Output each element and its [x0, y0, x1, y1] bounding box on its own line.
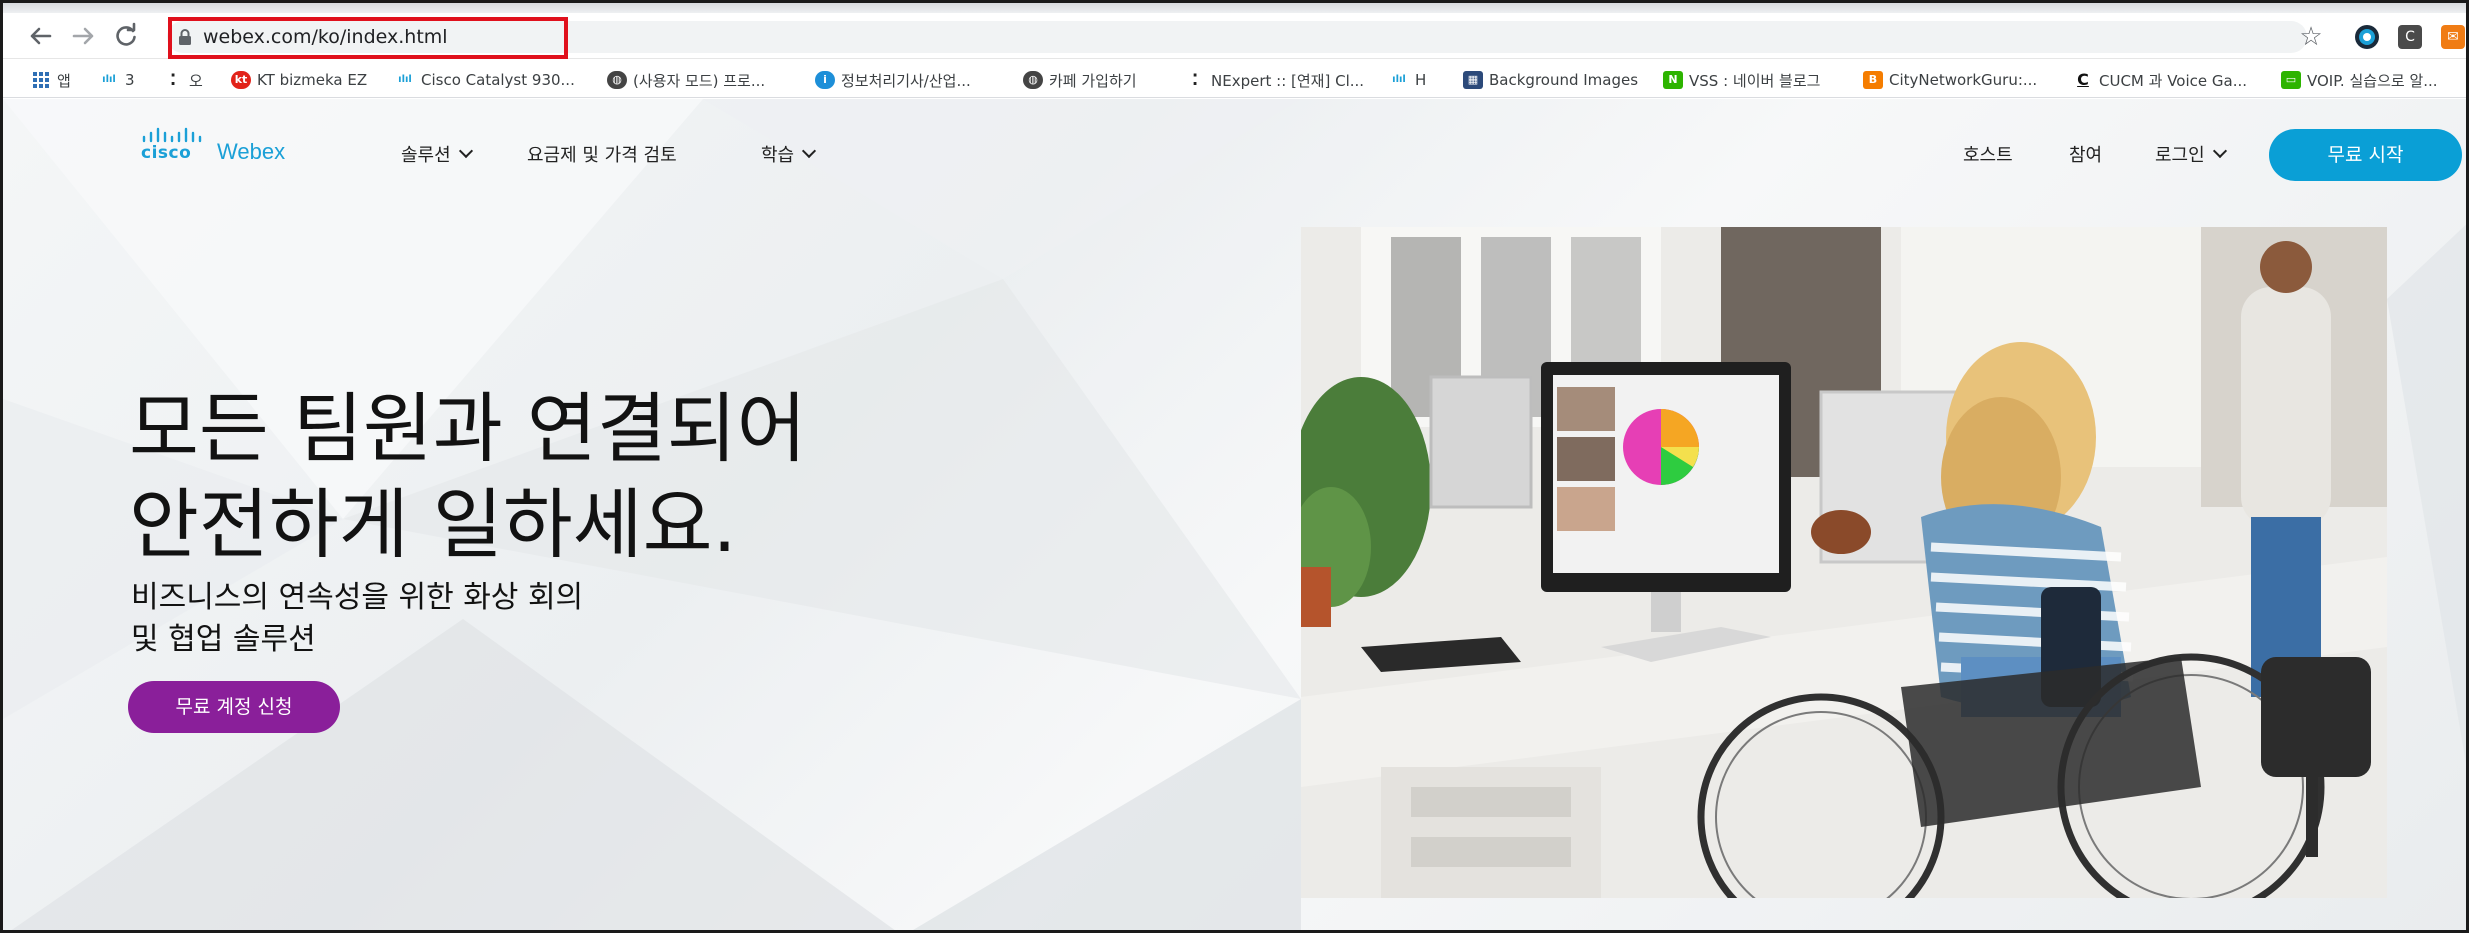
bookmark-info[interactable]: i 정보처리기사/산업... — [815, 68, 971, 92]
nav-login-label: 로그인 — [2155, 145, 2205, 166]
nav-solutions[interactable]: 솔루션 — [401, 141, 473, 167]
c-icon: C — [2077, 70, 2089, 89]
nav-learn[interactable]: 학습 — [761, 141, 817, 167]
bookmark-background-images[interactable]: ▦ Background Images — [1463, 68, 1638, 92]
dots-icon: ⁚ — [169, 70, 177, 89]
hero-photo — [1301, 227, 2387, 898]
nav-pricing-label: 요금제 및 가격 검토 — [527, 145, 677, 166]
bookmark-label: CityNetworkGuru:... — [1889, 71, 2038, 89]
hero-subtitle-line2: 및 협업 솔루션 — [131, 622, 316, 657]
globe-icon: ◍ — [607, 71, 627, 89]
bookmark-label: 앱 — [57, 71, 71, 90]
hero-subtitle: 비즈니스의 연속성을 위한 화상 회의 및 협업 솔루션 — [131, 577, 583, 661]
nav-host-label: 호스트 — [1963, 145, 2013, 166]
naver-icon: N — [1663, 71, 1683, 89]
hero-title-line2: 안전하게 일하세요. — [129, 480, 737, 569]
office-scene-image — [1301, 227, 2387, 898]
bookmark-label: 카페 가입하기 — [1049, 71, 1137, 90]
cisco-icon: ılıl — [398, 74, 412, 85]
cisco-icon: ılıl — [1392, 74, 1406, 85]
bookmark-label: VSS : 네이버 블로그 — [1689, 71, 1821, 90]
blogger-icon: B — [1863, 71, 1883, 89]
cisco-webex-logo[interactable]: cisco Webex — [141, 127, 291, 171]
image-icon: ▦ — [1463, 71, 1483, 89]
back-icon[interactable] — [25, 21, 55, 51]
bookmark-cisco-catalyst[interactable]: ılıl Cisco Catalyst 930... — [395, 68, 575, 92]
bookmark-label: (사용자 모드) 프로... — [633, 71, 766, 90]
bookmark-label: 3 — [125, 71, 135, 89]
free-signup-button[interactable]: 무료 계정 신청 — [128, 681, 340, 733]
bookmark-vss[interactable]: N VSS : 네이버 블로그 — [1663, 68, 1820, 92]
globe-icon: ◍ — [1023, 71, 1043, 89]
chevron-down-icon — [2212, 143, 2227, 159]
extension-c-icon[interactable]: C — [2398, 25, 2422, 49]
cisco-wordmark: cisco — [141, 143, 192, 163]
webex-landing-page: cisco Webex 솔루션 요금제 및 가격 검토 학습 호스트 참여 로그… — [3, 99, 2466, 930]
nav-join-label: 참여 — [2069, 145, 2103, 166]
bookmark-kt[interactable]: kt KT bizmeka EZ — [231, 68, 367, 92]
bookmark-label: Cisco Catalyst 930... — [421, 71, 575, 89]
bookmark-label: KT bizmeka EZ — [257, 71, 368, 89]
chevron-down-icon — [458, 143, 473, 159]
hero-title-line1: 모든 팀원과 연결되어 — [129, 384, 807, 473]
hero-subtitle-line1: 비즈니스의 연속성을 위한 화상 회의 — [131, 580, 584, 615]
nav-join[interactable]: 참여 — [2069, 141, 2102, 167]
bookmark-apps[interactable]: 앱 — [31, 68, 71, 92]
reload-icon[interactable] — [111, 21, 141, 51]
nav-login[interactable]: 로그인 — [2155, 141, 2227, 167]
apps-icon — [31, 71, 51, 89]
bookmark-label: VOIP. 실습으로 알... — [2307, 71, 2438, 90]
bookmark-label: NExpert :: [연재] Cl... — [1211, 71, 1365, 90]
bookmark-citynetworkguru[interactable]: B CityNetworkGuru:... — [1863, 68, 2037, 92]
forward-icon[interactable] — [69, 21, 99, 51]
nav-learn-label: 학습 — [761, 145, 795, 166]
bookmarks-bar: 앱 ılıl 3 ⁚ 오 kt KT bizmeka EZ ılıl Cisco… — [3, 60, 2466, 98]
cisco-bars-icon — [142, 127, 202, 143]
nav-pricing[interactable]: 요금제 및 가격 검토 — [527, 141, 677, 167]
bookmark-cucm[interactable]: C CUCM 과 Voice Ga... — [2073, 68, 2247, 92]
info-icon: i — [815, 71, 835, 89]
webex-wordmark: Webex — [217, 139, 286, 164]
extension-icon[interactable] — [2355, 25, 2379, 49]
bookmark-user-mode[interactable]: ◍ (사용자 모드) 프로... — [607, 68, 765, 92]
chevron-down-icon — [802, 143, 817, 159]
bookmark-cafe[interactable]: ◍ 카페 가입하기 — [1023, 68, 1137, 92]
bookmark-label: Background Images — [1489, 71, 1639, 89]
bookmark-nexpert[interactable]: ⁚ NExpert :: [연재] Cl... — [1185, 68, 1364, 92]
bookmark-label: 오 — [189, 71, 203, 90]
url-highlight-box — [168, 17, 568, 59]
browser-window: webex.com/ko/index.html ☆ C ✉ 앱 ılıl 3 ⁚… — [0, 0, 2469, 933]
dots-icon: ⁚ — [1191, 70, 1199, 89]
bookmark-label: 정보처리기사/산업... — [841, 71, 971, 90]
start-free-button[interactable]: 무료 시작 — [2269, 129, 2462, 181]
bookmark-label: H — [1415, 71, 1427, 89]
tab-strip — [3, 3, 2466, 13]
star-icon[interactable]: ☆ — [2299, 24, 2323, 50]
bookmark-voip[interactable]: ▭ VOIP. 실습으로 알... — [2281, 68, 2438, 92]
cisco-icon: ılıl — [102, 74, 116, 85]
naver-icon: ▭ — [2281, 71, 2301, 89]
bookmark-label: CUCM 과 Voice Ga... — [2099, 71, 2248, 90]
nav-host[interactable]: 호스트 — [1963, 141, 2013, 167]
hero-title: 모든 팀원과 연결되어 안전하게 일하세요. — [129, 381, 807, 573]
address-bar-row: webex.com/ko/index.html ☆ C ✉ — [3, 3, 2466, 59]
bookmark-3[interactable]: ılıl 3 — [99, 68, 135, 92]
bookmark-o[interactable]: ⁚ 오 — [163, 68, 203, 92]
bookmark-h[interactable]: ılıl H — [1389, 68, 1426, 92]
nav-solutions-label: 솔루션 — [401, 145, 451, 166]
kt-icon: kt — [231, 71, 251, 89]
extension-orange-icon[interactable]: ✉ — [2441, 25, 2465, 49]
